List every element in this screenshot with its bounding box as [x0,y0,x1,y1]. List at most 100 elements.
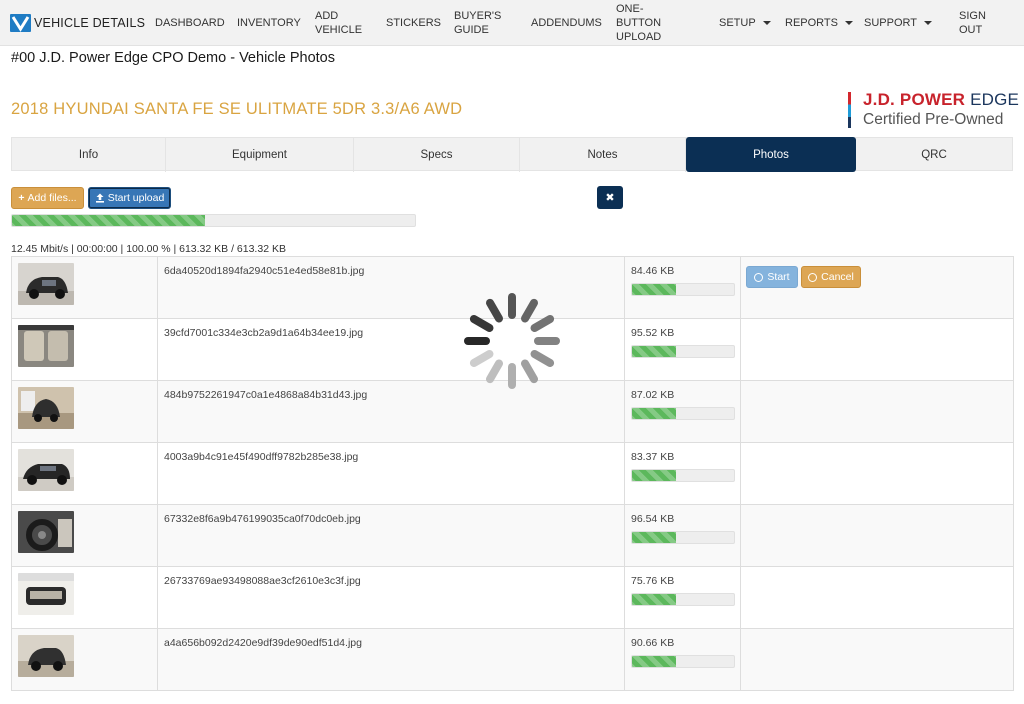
row-actions [741,319,1013,379]
tab-specs[interactable]: Specs [354,138,520,172]
filesize-cell: 84.46 KB [624,256,741,319]
file-name: a4a656b092d2420e9df39de90edf51d4.jpg [164,637,362,649]
nav-add-vehicle[interactable]: ADD VEHICLE [315,0,363,46]
vehicle-details-logo-icon [10,14,31,32]
row-actions [741,381,1013,441]
spinner-segment [534,337,560,345]
overall-progress-fill [12,215,206,226]
nav-inventory[interactable]: INVENTORY [237,0,301,46]
file-row: 67332e8f6a9b476199035ca0f70dc0eb.jpg 96.… [11,504,1014,567]
nav-setup-label: SETUP [719,17,756,29]
tab-info[interactable]: Info [12,138,166,172]
thumbnail-cell [11,318,158,381]
nav-buyers-guide[interactable]: BUYER'S GUIDE [454,0,506,46]
add-files-button[interactable]: + Add files... [11,187,84,209]
spinner-segment [469,315,494,332]
filesize-cell: 90.66 KB [624,628,741,691]
actions-cell [740,628,1014,691]
file-progress-bar [631,655,735,668]
upload-stats: 12.45 Mbit/s | 00:00:00 | 100.00 % | 613… [11,243,286,255]
nav-support[interactable]: SUPPORT [864,0,932,46]
spinner-segment [486,298,503,323]
file-progress-fill [632,346,676,357]
file-progress-bar [631,345,735,358]
vehicle-title: 2018 HYUNDAI SANTA FE SE ULITMATE 5DR 3.… [11,100,463,118]
filename-cell: 26733769ae93498088ae3cf2610e3c3f.jpg [157,566,625,629]
start-upload-button[interactable]: Start upload [88,187,171,209]
file-size: 75.76 KB [631,575,675,587]
filename-cell: 67332e8f6a9b476199035ca0f70dc0eb.jpg [157,504,625,567]
logo-jd-power: J.D. POWER [863,90,966,109]
caret-down-icon [844,21,853,25]
row-actions [741,629,1013,689]
file-size: 90.66 KB [631,637,675,649]
brand-name: VEHICLE DETAILS [34,16,146,30]
spinner-segment [485,359,503,384]
filename-cell: 4003a9b4c91e45f490dff9782b285e38.jpg [157,442,625,505]
file-progress-bar [631,283,735,296]
file-row: a4a656b092d2420e9df39de90edf51d4.jpg 90.… [11,628,1014,691]
nav-one-button-upload[interactable]: ONE-BUTTON UPLOAD [616,0,688,46]
file-row: 4003a9b4c91e45f490dff9782b285e38.jpg 83.… [11,442,1014,505]
vehicle-photo-thumbnail [18,573,74,615]
jd-power-edge-logo: J.D. POWER EDGE Certified Pre-Owned [846,88,1019,132]
file-progress-fill [632,284,676,295]
thumbnail-cell [11,380,158,443]
start-upload-label: Start upload [107,192,165,204]
actions-cell [740,318,1014,381]
row-actions: Start Cancel [741,257,1013,317]
start-button[interactable]: Start [746,266,798,288]
file-progress-fill [632,594,676,605]
nav-addendums[interactable]: ADDENDUMS [531,0,602,46]
vehicle-tabs: Info Equipment Specs Notes Photos QRC [11,137,1013,172]
vehicle-photo-thumbnail [18,387,74,429]
file-progress-bar [631,593,735,606]
plus-icon: + [18,192,25,204]
nav-stickers[interactable]: STICKERS [386,0,441,46]
file-size: 84.46 KB [631,265,675,277]
tab-equipment[interactable]: Equipment [166,138,354,172]
nav-reports[interactable]: REPORTS [785,0,853,46]
vehicle-photo-thumbnail [18,449,74,491]
brand[interactable]: VEHICLE DETAILS [10,13,145,33]
row-actions [741,505,1013,565]
filesize-cell: 87.02 KB [624,380,741,443]
tab-notes[interactable]: Notes [520,138,686,172]
row-actions [741,567,1013,627]
spinner-segment [508,363,516,389]
filesize-cell: 83.37 KB [624,442,741,505]
tab-photos[interactable]: Photos [686,137,856,172]
spinner-segment [530,350,555,367]
nav-dashboard[interactable]: DASHBOARD [155,0,225,46]
thumbnail-cell [11,442,158,505]
filename-cell: a4a656b092d2420e9df39de90edf51d4.jpg [157,628,625,691]
file-name: 26733769ae93498088ae3cf2610e3c3f.jpg [164,575,361,587]
vehicle-photo-thumbnail [18,511,74,553]
page-title: #00 J.D. Power Edge CPO Demo - Vehicle P… [11,50,335,66]
file-name: 67332e8f6a9b476199035ca0f70dc0eb.jpg [164,513,361,525]
cancel-all-button[interactable]: ✖ [597,186,623,209]
filesize-cell: 96.54 KB [624,504,741,567]
thumbnail-cell [11,504,158,567]
actions-cell [740,380,1014,443]
tab-qrc[interactable]: QRC [856,138,1012,172]
file-size: 95.52 KB [631,327,675,339]
loading-spinner-icon [464,293,560,389]
nav-sign-out[interactable]: SIGN OUT [959,0,993,46]
file-progress-bar [631,407,735,420]
logo-title: J.D. POWER EDGE [863,90,1019,110]
add-files-label: Add files... [27,192,77,204]
close-icon: ✖ [605,192,615,204]
file-progress-fill [632,408,676,419]
thumbnail-cell [11,628,158,691]
spinner-segment [521,298,538,323]
file-name: 6da40520d1894fa2940c51e4ed58e81b.jpg [164,265,365,277]
cancel-button[interactable]: Cancel [801,266,861,288]
spinner-segment [469,350,494,367]
upload-icon [95,193,104,203]
nav-setup[interactable]: SETUP [719,0,771,46]
actions-cell: Start Cancel [740,256,1014,319]
cancel-label: Cancel [821,271,854,283]
file-row: 26733769ae93498088ae3cf2610e3c3f.jpg 75.… [11,566,1014,629]
file-size: 96.54 KB [631,513,675,525]
